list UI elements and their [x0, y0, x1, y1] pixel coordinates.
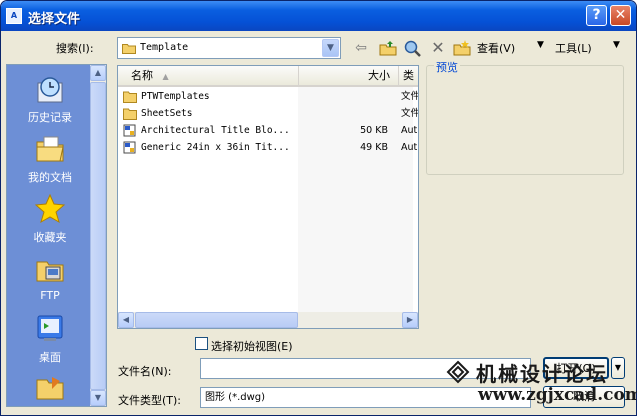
initial-view-checkbox[interactable]: [195, 337, 208, 350]
ftp-icon: [36, 261, 64, 282]
window-title: 选择文件: [28, 12, 81, 27]
places-item-favorites[interactable]: 收藏夹: [7, 193, 93, 245]
desktop-icon: [37, 315, 63, 341]
file-type-select[interactable]: 图形 (*.dwg): [200, 387, 531, 408]
delete-icon[interactable]: ✕: [428, 39, 448, 57]
favorites-icon: [34, 193, 66, 224]
scroll-thumb[interactable]: [135, 312, 298, 328]
file-row[interactable]: PTWTemplates 文件: [118, 88, 418, 105]
scroll-thumb[interactable]: [90, 82, 106, 390]
column-header-size[interactable]: 大小: [298, 66, 398, 87]
scroll-left-icon[interactable]: ◀: [118, 312, 134, 328]
up-folder-icon[interactable]: [378, 39, 398, 57]
open-button[interactable]: 打开(O): [543, 357, 609, 379]
scroll-down-icon[interactable]: ▼: [90, 390, 106, 406]
column-header-type[interactable]: 类: [398, 66, 418, 87]
file-row[interactable]: Generic 24in x 36in Tit... 49 KB Aut: [118, 139, 418, 156]
file-row[interactable]: Architectural Title Blo... 50 KB Aut: [118, 122, 418, 139]
places-scrollbar[interactable]: ▲ ▼: [90, 65, 106, 406]
look-in-value: Template: [140, 42, 189, 53]
search-web-icon[interactable]: [403, 39, 423, 57]
places-label: 桌面: [39, 351, 61, 364]
scroll-right-icon[interactable]: ▶: [402, 312, 418, 328]
file-name-label: 文件名(N):: [118, 365, 172, 378]
places-label: 收藏夹: [33, 231, 67, 244]
look-in-label: 搜索(I):: [56, 42, 94, 55]
places-item-my-documents[interactable]: 我的文档: [7, 133, 93, 185]
create-folder-icon[interactable]: [452, 39, 472, 57]
scroll-up-icon[interactable]: ▲: [90, 65, 106, 81]
open-dropdown-arrow[interactable]: ▼: [611, 357, 625, 379]
sort-ascending-icon: ▲: [162, 72, 169, 81]
places-bar: 历史记录 我的文档 收藏夹 FTP 桌面 ▲ ▼: [6, 64, 107, 407]
select-file-dialog: A 选择文件 ? ✕ 搜索(I): Template ▼ ⇦ ✕ 查看(V) ▼…: [0, 0, 637, 416]
folder-icon: [123, 108, 137, 120]
history-icon: [37, 77, 63, 103]
dwt-file-icon: [123, 124, 136, 137]
file-list: 名称 ▲ 大小 类 PTWTemplates 文件 SheetSets 文件 A…: [117, 65, 419, 329]
look-in-dropdown[interactable]: Template ▼: [117, 37, 341, 59]
file-name-input[interactable]: [200, 358, 531, 379]
tools-menu[interactable]: 工具(L): [555, 40, 592, 56]
places-item-history[interactable]: 历史记录: [7, 73, 93, 125]
places-label: FTP: [40, 289, 60, 302]
file-list-hscrollbar[interactable]: ◀ ▶: [118, 312, 418, 328]
views-dropdown-arrow[interactable]: ▼: [537, 40, 544, 50]
file-type-label: 文件类型(T):: [118, 394, 182, 407]
help-button[interactable]: ?: [586, 5, 607, 26]
places-item-desktop[interactable]: 桌面: [7, 313, 93, 365]
preview-label: 预览: [434, 59, 460, 75]
places-label: 我的文档: [28, 171, 72, 184]
close-button[interactable]: ✕: [610, 5, 631, 26]
folder-icon: [122, 44, 136, 54]
preview-pane: [426, 65, 624, 175]
initial-view-label[interactable]: 选择初始视图(E): [211, 338, 293, 354]
places-item-ftp[interactable]: FTP: [7, 253, 93, 302]
my-documents-icon: [36, 136, 64, 162]
column-header-name[interactable]: 名称 ▲: [118, 66, 298, 87]
buzzsaw-icon: [36, 377, 64, 400]
autocad-app-icon: A: [6, 8, 22, 24]
file-row[interactable]: SheetSets 文件: [118, 105, 418, 122]
folder-icon: [123, 91, 137, 103]
dwt-file-icon: [123, 141, 136, 154]
tools-dropdown-arrow[interactable]: ▼: [613, 40, 620, 50]
places-label: 历史记录: [28, 111, 72, 124]
chevron-down-icon[interactable]: ▼: [322, 39, 339, 57]
views-menu[interactable]: 查看(V): [477, 40, 515, 56]
back-arrow-icon[interactable]: ⇦: [351, 39, 371, 57]
cancel-button[interactable]: 取消: [543, 386, 625, 408]
places-item-buzzsaw[interactable]: [7, 371, 93, 407]
title-bar: A 选择文件 ? ✕: [1, 1, 636, 31]
